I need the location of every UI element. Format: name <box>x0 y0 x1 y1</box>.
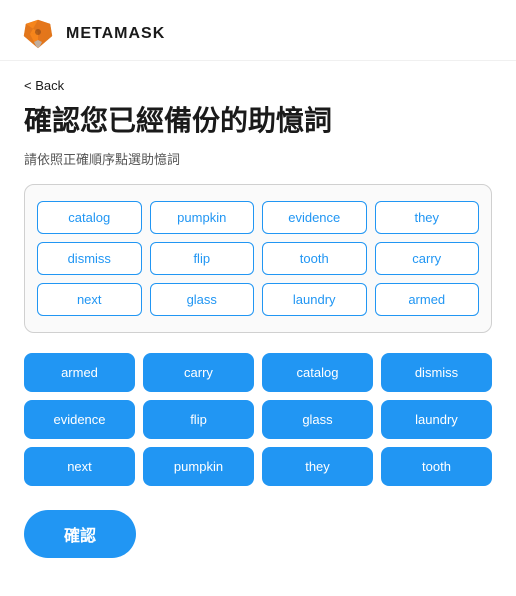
answer-word-dismiss[interactable]: dismiss <box>381 353 492 392</box>
pool-word-they[interactable]: they <box>375 201 480 234</box>
answer-word-catalog[interactable]: catalog <box>262 353 373 392</box>
page-subtitle: 請依照正確順序點選助憶詞 <box>24 149 492 168</box>
page-title: 確認您已經備份的助憶詞 <box>24 103 492 139</box>
pool-word-evidence[interactable]: evidence <box>262 201 367 234</box>
answer-word-pumpkin[interactable]: pumpkin <box>143 447 254 486</box>
pool-word-carry[interactable]: carry <box>375 242 480 275</box>
word-pool: catalog pumpkin evidence they dismiss fl… <box>24 184 492 333</box>
pool-word-catalog[interactable]: catalog <box>37 201 142 234</box>
metamask-logo <box>20 16 56 52</box>
pool-word-next[interactable]: next <box>37 283 142 316</box>
answer-word-armed[interactable]: armed <box>24 353 135 392</box>
answer-word-glass[interactable]: glass <box>262 400 373 439</box>
pool-word-dismiss[interactable]: dismiss <box>37 242 142 275</box>
pool-word-pumpkin[interactable]: pumpkin <box>150 201 255 234</box>
answer-word-carry[interactable]: carry <box>143 353 254 392</box>
answer-grid: armed carry catalog dismiss evidence fli… <box>24 353 492 486</box>
pool-word-laundry[interactable]: laundry <box>262 283 367 316</box>
answer-word-flip[interactable]: flip <box>143 400 254 439</box>
answer-word-tooth[interactable]: tooth <box>381 447 492 486</box>
pool-word-glass[interactable]: glass <box>150 283 255 316</box>
word-pool-grid: catalog pumpkin evidence they dismiss fl… <box>37 201 479 316</box>
confirm-button[interactable]: 確認 <box>24 510 136 558</box>
pool-word-flip[interactable]: flip <box>150 242 255 275</box>
answer-word-laundry[interactable]: laundry <box>381 400 492 439</box>
answer-word-they[interactable]: they <box>262 447 373 486</box>
app-title: METAMASK <box>66 25 165 43</box>
pool-word-armed[interactable]: armed <box>375 283 480 316</box>
page-content: Back 確認您已經備份的助憶詞 請依照正確順序點選助憶詞 catalog pu… <box>0 61 516 582</box>
answer-word-next[interactable]: next <box>24 447 135 486</box>
header: METAMASK <box>0 0 516 61</box>
app-container: METAMASK Back 確認您已經備份的助憶詞 請依照正確順序點選助憶詞 c… <box>0 0 516 596</box>
pool-word-tooth[interactable]: tooth <box>262 242 367 275</box>
back-button[interactable]: Back <box>24 78 64 93</box>
answer-word-evidence[interactable]: evidence <box>24 400 135 439</box>
